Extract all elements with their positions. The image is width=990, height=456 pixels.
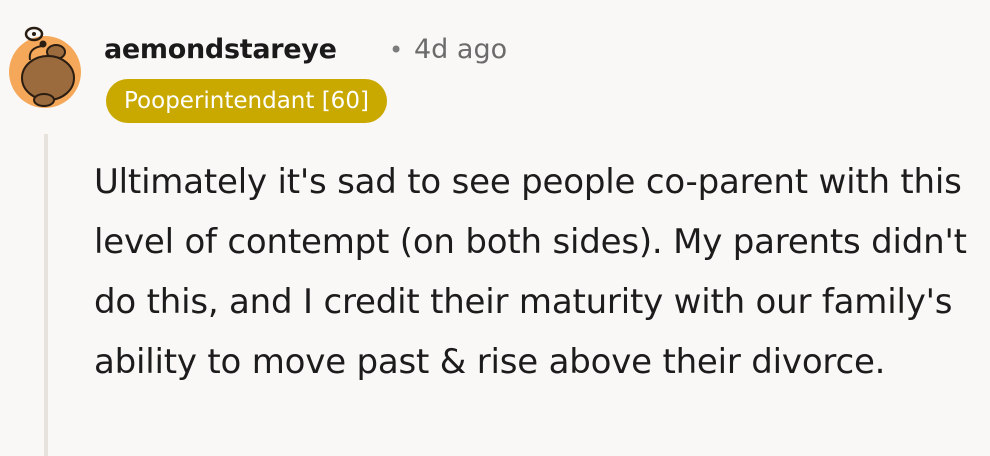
comment-timestamp[interactable]: 4d ago [414, 30, 507, 70]
comment: aemondstareye • 4d ago Pooperintendant [… [0, 0, 990, 456]
username-link[interactable]: aemondstareye [104, 30, 337, 70]
meta-separator: • [389, 36, 404, 64]
comment-body-text: Ultimately it's sad to see people co-par… [94, 162, 967, 382]
snoo-avatar-icon [9, 26, 81, 108]
user-flair-badge: Pooperintendant [60] [106, 79, 387, 123]
thread-line[interactable] [44, 134, 48, 456]
user-avatar[interactable] [8, 18, 82, 108]
